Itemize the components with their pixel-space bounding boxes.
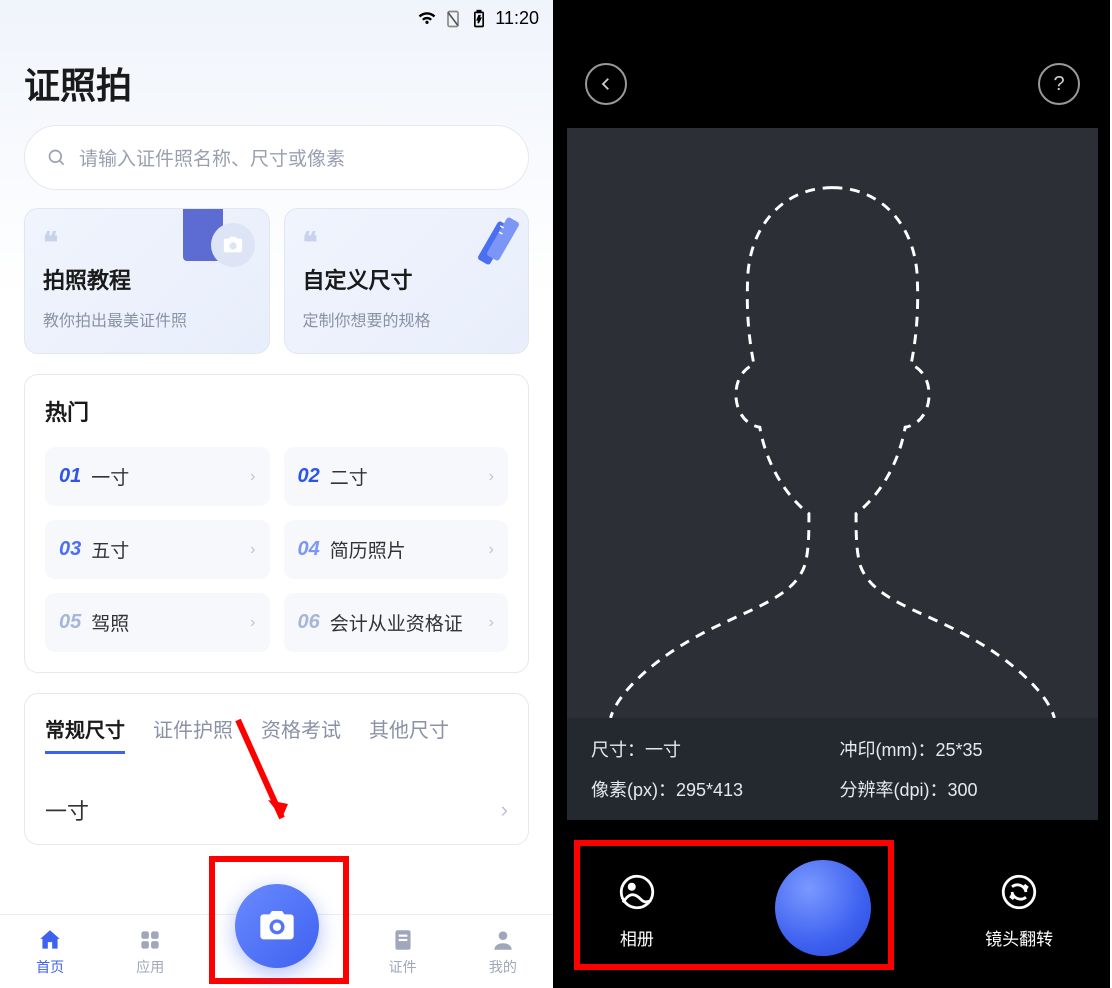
spec-bar: 尺寸：一寸 冲印(mm)：25*35 像素(px)：295*413 分辨率(dp… [567,718,1098,820]
hot-grid: 01 一寸 › 02 二寸 › 03 五寸 › 04 简历照片 › 05 驾照 › 06 会计从业资格… [45,447,508,652]
hot-num: 03 [59,538,81,561]
chevron-right-icon: › [250,468,255,486]
chevron-right-icon: › [489,541,494,559]
status-bar: 11:20 [0,0,553,37]
search-input[interactable]: 请输入证件照名称、尺寸或像素 [24,125,529,190]
chevron-right-icon: › [489,614,494,632]
status-time: 11:20 [495,8,539,29]
tutorial-card[interactable]: ❝ 拍照教程 教你拍出最美证件照 [24,208,270,354]
nav-apps[interactable]: 应用 [136,927,164,977]
nav-label: 首页 [36,957,64,977]
hot-num: 02 [298,465,320,488]
feature-cards: ❝ 拍照教程 教你拍出最美证件照 ❝ 自定义尺寸 定制你想要的规格 [24,208,529,354]
home-icon [37,927,63,953]
hot-label: 会计从业资格证 [330,609,479,636]
chevron-right-icon: › [250,541,255,559]
nav-docs[interactable]: 证件 [389,927,417,977]
hot-title: 热门 [45,395,508,427]
nav-label: 证件 [389,957,417,977]
tutorial-title: 拍照教程 [43,263,251,295]
hot-num: 05 [59,611,81,634]
hot-label: 一寸 [91,463,240,490]
grid-icon [137,927,163,953]
hot-num: 06 [298,611,320,634]
tab-regular[interactable]: 常规尺寸 [45,714,125,754]
hot-item[interactable]: 04 简历照片 › [284,520,509,579]
spec-pixel: 像素(px)：295*413 [591,776,826,802]
hot-num: 04 [298,538,320,561]
silhouette-guide [587,168,1078,718]
nav-profile[interactable]: 我的 [489,927,517,977]
spec-dpi: 分辨率(dpi)：300 [840,776,1075,802]
nav-home[interactable]: 首页 [36,927,64,977]
wifi-icon [417,9,437,29]
annotation-arrow [220,710,300,850]
annotation-highlight [574,840,894,970]
back-button[interactable] [585,63,627,105]
chevron-left-icon [597,75,615,93]
hot-label: 驾照 [91,609,240,636]
chevron-right-icon: › [489,468,494,486]
document-icon [390,927,416,953]
flip-button[interactable]: 镜头翻转 [985,867,1053,950]
flip-label: 镜头翻转 [985,925,1053,950]
chevron-right-icon: › [250,614,255,632]
tab-other[interactable]: 其他尺寸 [369,714,449,754]
help-button[interactable]: ? [1038,63,1080,105]
camera-icon [257,906,297,946]
camera-circle-icon [211,223,255,267]
app-title: 证照拍 [0,37,553,125]
hot-item[interactable]: 06 会计从业资格证 › [284,593,509,652]
camera-header: ? [555,0,1110,118]
spec-size: 尺寸：一寸 [591,736,826,762]
home-screen: 11:20 证照拍 请输入证件照名称、尺寸或像素 ❝ 拍照教程 教你拍出最美证件… [0,0,555,988]
hot-item[interactable]: 02 二寸 › [284,447,509,506]
spec-print: 冲印(mm)：25*35 [840,736,1075,762]
user-icon [490,927,516,953]
hot-num: 01 [59,465,81,488]
question-icon: ? [1053,73,1064,96]
flip-icon [994,867,1044,917]
hot-label: 二寸 [330,463,479,490]
search-icon [47,148,67,168]
search-placeholder: 请输入证件照名称、尺寸或像素 [79,144,345,171]
hot-item[interactable]: 03 五寸 › [45,520,270,579]
custom-subtitle: 定制你想要的规格 [303,307,511,331]
custom-size-card[interactable]: ❝ 自定义尺寸 定制你想要的规格 [284,208,530,354]
camera-fab-button[interactable] [235,884,319,968]
hot-item[interactable]: 05 驾照 › [45,593,270,652]
battery-icon [469,9,489,29]
tutorial-subtitle: 教你拍出最美证件照 [43,307,251,331]
hot-item[interactable]: 01 一寸 › [45,447,270,506]
sim-icon [443,9,463,29]
nav-label: 应用 [136,957,164,977]
size-label: 一寸 [45,794,89,826]
hot-section: 热门 01 一寸 › 02 二寸 › 03 五寸 › 04 简历照片 › 05 驾照 › 06 会计从… [24,374,529,673]
hot-label: 简历照片 [330,536,479,563]
camera-viewfinder [567,128,1098,718]
hot-label: 五寸 [91,536,240,563]
ruler-pen-icon [452,215,522,285]
nav-label: 我的 [489,957,517,977]
chevron-right-icon: › [501,797,508,823]
